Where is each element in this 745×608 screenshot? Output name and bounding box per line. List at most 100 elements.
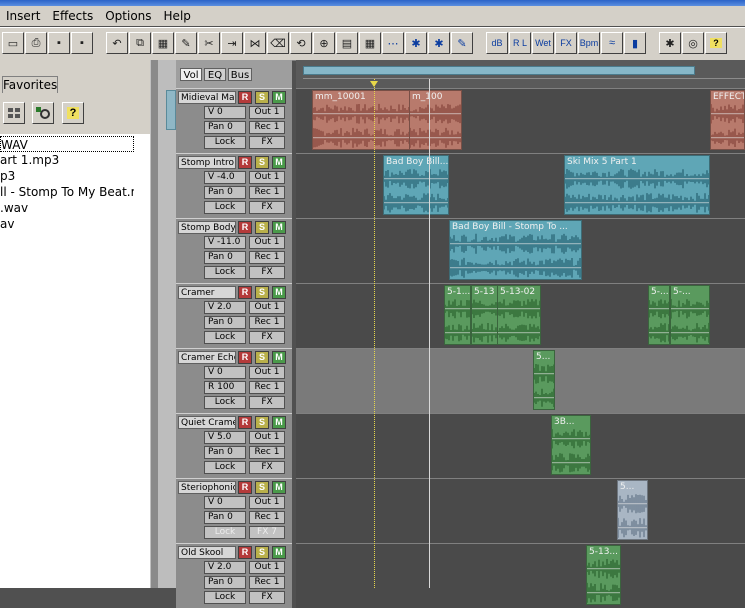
pan-field[interactable]: Pan 0 <box>204 121 246 134</box>
track-name[interactable]: Stomp Body <box>178 221 236 234</box>
fx-button[interactable]: FX <box>249 461 285 474</box>
help-button[interactable]: ? <box>705 32 727 54</box>
audio-clip[interactable]: 5-1... <box>444 285 471 345</box>
mute-button[interactable]: M <box>272 351 286 364</box>
mute-button[interactable]: M <box>272 286 286 299</box>
record-arm-button[interactable]: R <box>238 351 252 364</box>
audio-clip[interactable]: 5-13 <box>471 285 498 345</box>
file-item[interactable]: WAV <box>0 136 134 152</box>
grid-snap-button[interactable]: ▦ <box>359 32 381 54</box>
track-lane[interactable] <box>296 413 745 478</box>
menu-options[interactable]: Options <box>99 9 157 23</box>
wet-button[interactable]: Wet <box>532 32 554 54</box>
pan-field[interactable]: Pan 0 <box>204 446 246 459</box>
output-field[interactable]: Out 1 <box>249 236 285 249</box>
volume-field[interactable]: V -4.0 <box>204 171 246 184</box>
record-arm-button[interactable]: R <box>238 156 252 169</box>
track-name[interactable]: Quiet Cramer <box>178 416 236 429</box>
cut-grid-button[interactable]: ▦ <box>152 32 174 54</box>
volume-field[interactable]: V 2.0 <box>204 301 246 314</box>
audio-clip[interactable]: 5... <box>617 480 648 540</box>
audio-clip[interactable]: 5-13-02 <box>497 285 541 345</box>
edit-button[interactable]: ✎ <box>175 32 197 54</box>
audio-clip[interactable]: Bad Boy Bill - Stomp To ... <box>449 220 582 280</box>
volume-field[interactable]: V 2.0 <box>204 561 246 574</box>
output-field[interactable]: Out 1 <box>249 431 285 444</box>
save-button[interactable]: ▪ <box>48 32 70 54</box>
fx-button[interactable]: FX <box>249 396 285 409</box>
record-input-field[interactable]: Rec 1 <box>249 511 285 524</box>
record-input-field[interactable]: Rec 1 <box>249 121 285 134</box>
record-input-field[interactable]: Rec 1 <box>249 251 285 264</box>
arrange-button[interactable]: ▤ <box>336 32 358 54</box>
eq-button[interactable]: ✱ <box>428 32 450 54</box>
track-lane[interactable] <box>296 348 745 413</box>
record-input-field[interactable]: Rec 1 <box>249 576 285 589</box>
print-button[interactable]: ⎙ <box>25 32 47 54</box>
mixer-button[interactable]: ▮ <box>624 32 646 54</box>
record-input-field[interactable]: Rec 1 <box>249 186 285 199</box>
audio-clip[interactable]: 5-... <box>648 285 670 345</box>
fx-star-button[interactable]: ✱ <box>405 32 427 54</box>
pan-field[interactable]: Pan 0 <box>204 576 246 589</box>
fx-button[interactable]: FX <box>249 201 285 214</box>
menu-insert[interactable]: Insert <box>0 9 46 23</box>
file-item[interactable]: art 1.mp3 <box>0 152 134 168</box>
track-name[interactable]: Steriophonic <box>178 481 236 494</box>
lock-button[interactable]: Lock <box>204 461 246 474</box>
output-field[interactable]: Out 1 <box>249 301 285 314</box>
copy-button[interactable]: ⧉ <box>129 32 151 54</box>
mute-button[interactable]: M <box>272 156 286 169</box>
solo-button[interactable]: S <box>255 286 269 299</box>
fx-button[interactable]: FX <box>249 591 285 604</box>
track-name[interactable]: Midieval Mad <box>178 91 236 104</box>
record-arm-button[interactable]: R <box>238 91 252 104</box>
record-arm-button[interactable]: R <box>238 546 252 559</box>
tab-bus[interactable]: Bus <box>228 68 252 81</box>
record-input-field[interactable]: Rec 1 <box>249 381 285 394</box>
volume-field[interactable]: V 0 <box>204 106 246 119</box>
help-button[interactable]: ? <box>62 102 84 124</box>
fx-star-2-button[interactable]: ✱ <box>659 32 681 54</box>
pan-field[interactable]: Pan 0 <box>204 186 246 199</box>
track-name[interactable]: Cramer <box>178 286 236 299</box>
fx-button[interactable]: FX <box>249 266 285 279</box>
lock-button[interactable]: Lock <box>204 331 246 344</box>
audio-clip[interactable]: Ski Mix 5 Part 1 <box>564 155 710 215</box>
lock-button[interactable]: Lock <box>204 396 246 409</box>
record-arm-button[interactable]: R <box>238 286 252 299</box>
output-field[interactable]: Out 1 <box>249 171 285 184</box>
output-field[interactable]: Out 1 <box>249 561 285 574</box>
rl-button[interactable]: R L <box>509 32 531 54</box>
audio-clip[interactable]: 3B... <box>551 415 591 475</box>
trim-button[interactable]: ⇥ <box>221 32 243 54</box>
bpm-button[interactable]: Bpm <box>578 32 600 54</box>
tab-eq[interactable]: EQ <box>204 68 226 81</box>
db-button[interactable]: dB <box>486 32 508 54</box>
solo-button[interactable]: S <box>255 91 269 104</box>
fx-button[interactable]: FX 7 <box>249 526 285 539</box>
envelope-button[interactable]: ⋯ <box>382 32 404 54</box>
output-field[interactable]: Out 1 <box>249 106 285 119</box>
save-as-button[interactable]: ▪ <box>71 32 93 54</box>
lock-button[interactable]: Lock <box>204 201 246 214</box>
record-input-field[interactable]: Rec 1 <box>249 446 285 459</box>
view-grid-button[interactable] <box>3 102 25 124</box>
output-field[interactable]: Out 1 <box>249 496 285 509</box>
file-item[interactable]: av <box>0 216 134 232</box>
undo-button[interactable]: ↶ <box>106 32 128 54</box>
fx-button[interactable]: FX <box>555 32 577 54</box>
open-folder-button[interactable]: ▭ <box>2 32 24 54</box>
pan-field[interactable]: R 100 <box>204 381 246 394</box>
lock-button[interactable]: Lock <box>204 591 246 604</box>
merge-button[interactable]: ⊕ <box>313 32 335 54</box>
track-scrollbar[interactable] <box>158 60 176 588</box>
fx-button[interactable]: FX <box>249 331 285 344</box>
menu-help[interactable]: Help <box>158 9 197 23</box>
pan-field[interactable]: Pan 0 <box>204 251 246 264</box>
draw-button[interactable]: ✎ <box>451 32 473 54</box>
audio-clip[interactable]: 5... <box>533 350 555 410</box>
audio-clip[interactable]: EFFECT <box>710 90 745 150</box>
solo-button[interactable]: S <box>255 221 269 234</box>
mute-button[interactable]: M <box>272 416 286 429</box>
